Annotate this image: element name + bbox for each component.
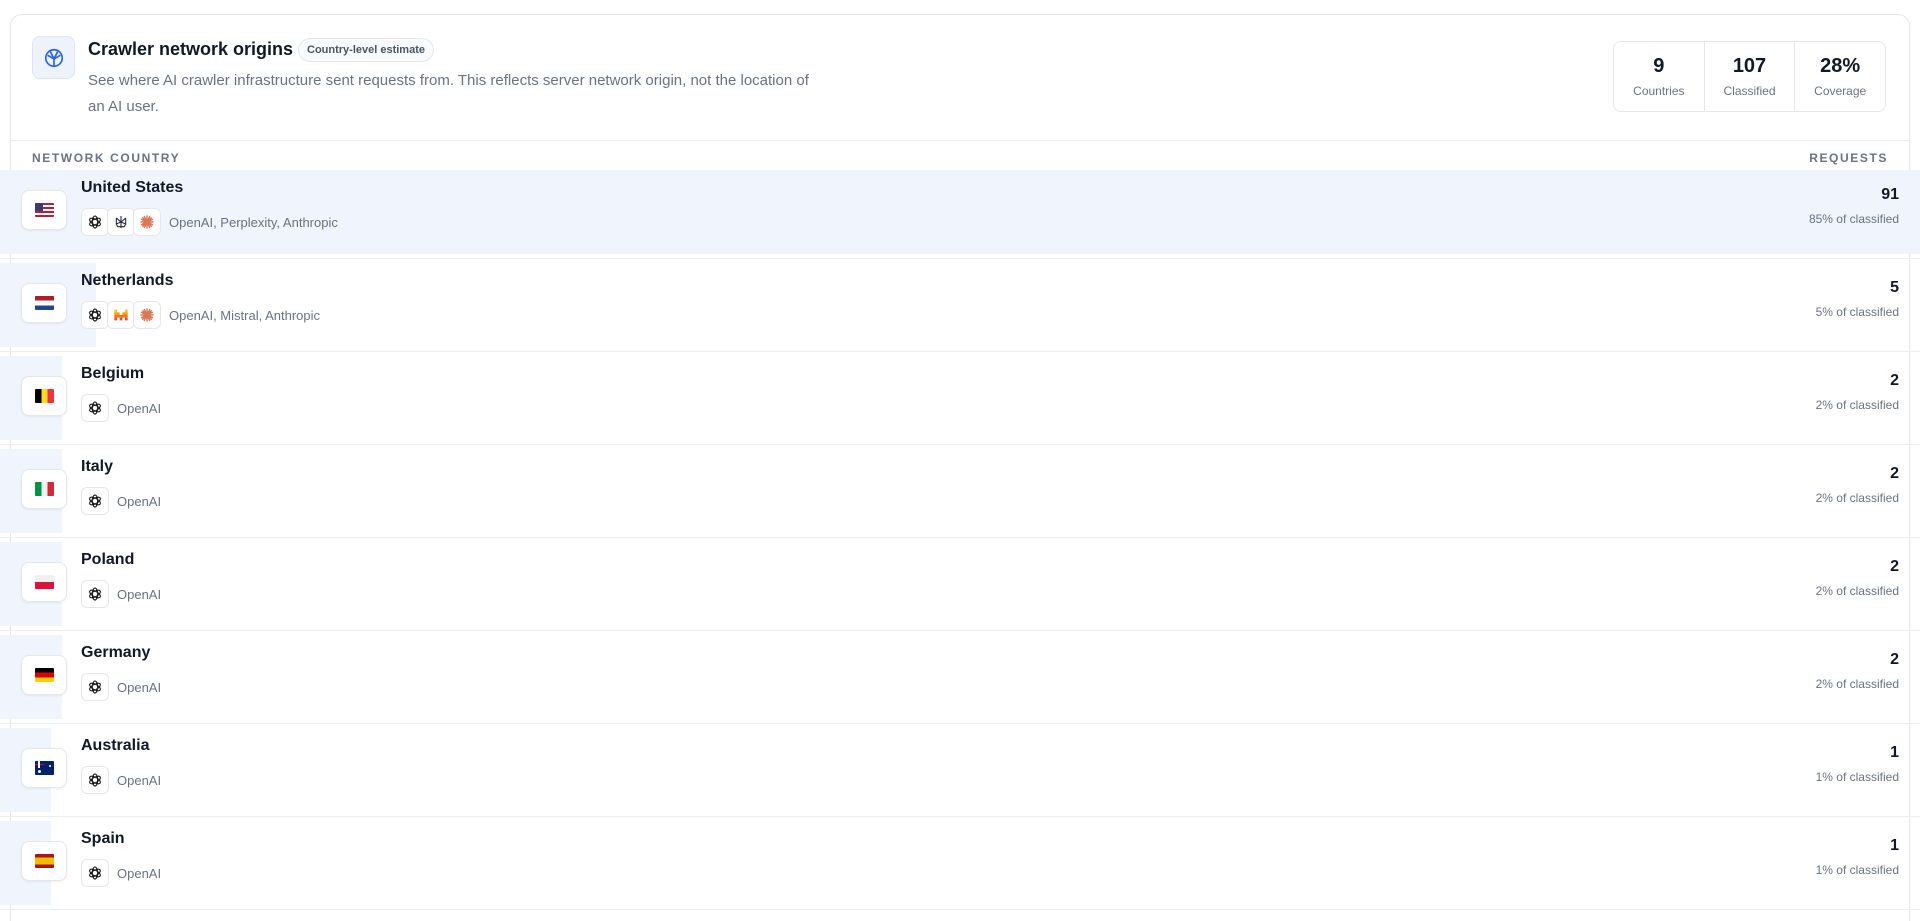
anthropic-icon [133, 301, 161, 329]
stat-coverage: 28% Coverage [1795, 42, 1885, 111]
country-name: Poland [81, 551, 135, 568]
provider-list: OpenAI [81, 580, 161, 608]
request-share: 2% of classified [1815, 398, 1899, 412]
stat-countries: 9 Countries [1614, 42, 1705, 111]
request-share: 1% of classified [1815, 770, 1899, 784]
flag-de-icon [21, 655, 67, 695]
flag-it-icon [21, 469, 67, 509]
request-share: 2% of classified [1815, 584, 1899, 598]
estimate-badge: Country-level estimate [298, 38, 434, 62]
mistral-icon [107, 301, 135, 329]
provider-names: OpenAI [117, 400, 162, 416]
request-count: 2 [1890, 372, 1899, 389]
country-name: Spain [81, 830, 125, 847]
openai-icon [81, 859, 109, 887]
stat-value: 107 [1732, 55, 1767, 77]
country-name: Belgium [81, 365, 145, 382]
country-name: Netherlands [81, 272, 174, 289]
stat-value: 28% [1820, 55, 1861, 77]
country-row[interactable]: Spain OpenAI 1 1% of classified [0, 817, 1920, 910]
openai-icon [81, 766, 109, 794]
flag-pl-icon [21, 562, 67, 602]
openai-icon [81, 394, 109, 422]
flag-es-icon [21, 841, 67, 881]
country-row[interactable]: United States OpenAI, Perplexity, Anthrop… [0, 166, 1920, 259]
openai-icon [81, 301, 109, 329]
request-share: 5% of classified [1815, 305, 1899, 319]
provider-names: OpenAI, Mistral, Anthropic [169, 307, 321, 323]
country-name: Italy [81, 458, 114, 475]
request-count: 2 [1890, 651, 1899, 668]
request-count: 2 [1890, 558, 1899, 575]
stat-classified: 107 Classified [1705, 42, 1796, 111]
flag-us-icon [21, 190, 67, 230]
openai-icon [81, 208, 109, 236]
country-row[interactable]: Australia OpenAI 1 1% of classified [0, 724, 1920, 817]
request-count: 2 [1890, 465, 1899, 482]
provider-names: OpenAI [117, 865, 162, 881]
country-row[interactable]: Netherlands OpenAI, Mistral, Anthropic 5 5%… [0, 259, 1920, 352]
request-count: 91 [1881, 186, 1899, 203]
flag-be-icon [21, 376, 67, 416]
openai-icon [81, 487, 109, 515]
stat-label: Coverage [1814, 84, 1867, 98]
request-count: 1 [1890, 837, 1899, 854]
flag-au-icon [21, 748, 67, 788]
stat-label: Countries [1633, 84, 1685, 98]
perplexity-icon [107, 208, 135, 236]
provider-names: OpenAI [117, 586, 162, 602]
openai-icon [81, 580, 109, 608]
flag-nl-icon [21, 283, 67, 323]
page-description: See where AI crawler infrastructure sent… [88, 72, 809, 115]
anthropic-icon [133, 208, 161, 236]
provider-list: OpenAI, Mistral, Anthropic [81, 301, 320, 329]
provider-names: OpenAI [117, 679, 162, 695]
request-count: 1 [1890, 744, 1899, 761]
page-title: Crawler network origins [88, 39, 294, 59]
request-share: 2% of classified [1815, 677, 1899, 691]
country-list: United States OpenAI, Perplexity, Anthrop… [0, 166, 1920, 910]
request-share: 2% of classified [1815, 491, 1899, 505]
country-name: United States [81, 179, 184, 196]
provider-list: OpenAI [81, 487, 161, 515]
country-row[interactable]: Poland OpenAI 2 2% of classified [0, 538, 1920, 631]
provider-list: OpenAI [81, 394, 161, 422]
openai-icon [81, 673, 109, 701]
provider-list: OpenAI, Perplexity, Anthropic [81, 208, 338, 236]
provider-list: OpenAI [81, 766, 161, 794]
provider-names: OpenAI [117, 493, 162, 509]
request-share: 85% of classified [1808, 212, 1899, 226]
provider-names: OpenAI [117, 772, 162, 788]
request-count: 5 [1890, 279, 1899, 296]
summary-stats: 9 Countries 107 Classified 28% Coverage [1613, 41, 1886, 112]
country-row[interactable]: Belgium OpenAI 2 2% of classified [0, 352, 1920, 445]
provider-list: OpenAI [81, 859, 161, 887]
country-row[interactable]: Germany OpenAI 2 2% of classified [0, 631, 1920, 724]
country-name: Germany [81, 644, 151, 661]
column-header-requests: REQUESTS [1809, 151, 1888, 165]
request-share: 1% of classified [1815, 863, 1899, 877]
stat-label: Classified [1723, 84, 1776, 98]
provider-list: OpenAI [81, 673, 161, 701]
country-row[interactable]: Italy OpenAI 2 2% of classified [0, 445, 1920, 538]
globe-network-icon [32, 36, 75, 79]
column-header-country: NETWORK COUNTRY [32, 151, 181, 165]
stat-value: 9 [1653, 55, 1665, 77]
card-header: Crawler network origins Country-level es… [11, 15, 1909, 141]
provider-names: OpenAI, Perplexity, Anthropic [169, 214, 338, 230]
country-name: Australia [81, 737, 150, 754]
